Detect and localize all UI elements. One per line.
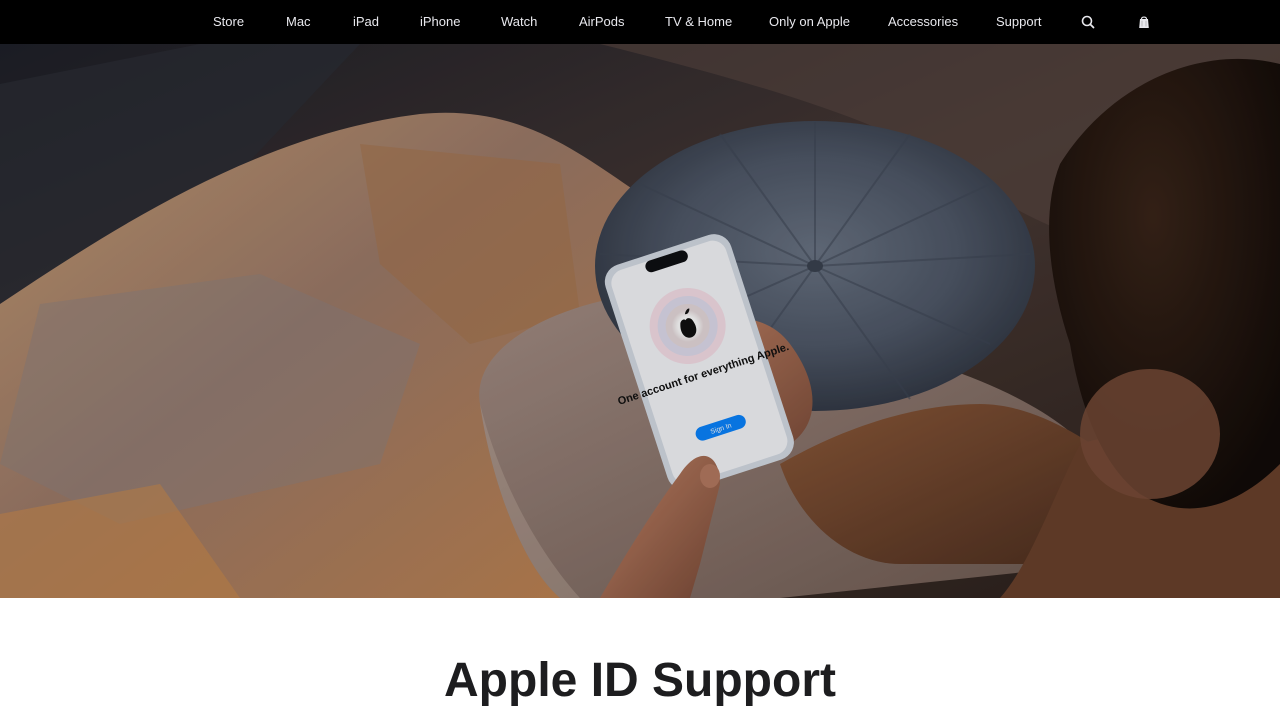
- global-nav-inner: Store Mac iPad iPhone Watch AirPods TV &…: [0, 0, 1280, 44]
- nav-item-accessories[interactable]: Accessories: [888, 0, 958, 44]
- search-icon[interactable]: [1078, 12, 1098, 32]
- nav-item-watch[interactable]: Watch: [501, 0, 537, 44]
- nav-item-support[interactable]: Support: [996, 0, 1042, 44]
- nav-item-airpods[interactable]: AirPods: [579, 0, 625, 44]
- nav-item-mac[interactable]: Mac: [286, 0, 311, 44]
- nav-item-iphone[interactable]: iPhone: [420, 0, 460, 44]
- nav-item-ipad[interactable]: iPad: [353, 0, 379, 44]
- global-nav: Store Mac iPad iPhone Watch AirPods TV &…: [0, 0, 1280, 44]
- nav-item-store[interactable]: Store: [213, 0, 244, 44]
- nav-item-only-on-apple[interactable]: Only on Apple: [769, 0, 850, 44]
- hero-illustration: One account for everything Apple. Sign I…: [0, 44, 1280, 598]
- hero-image: One account for everything Apple. Sign I…: [0, 44, 1280, 598]
- page-title: Apple ID Support: [444, 654, 836, 707]
- shopping-bag-icon[interactable]: [1134, 12, 1154, 32]
- nav-item-tv-home[interactable]: TV & Home: [665, 0, 732, 44]
